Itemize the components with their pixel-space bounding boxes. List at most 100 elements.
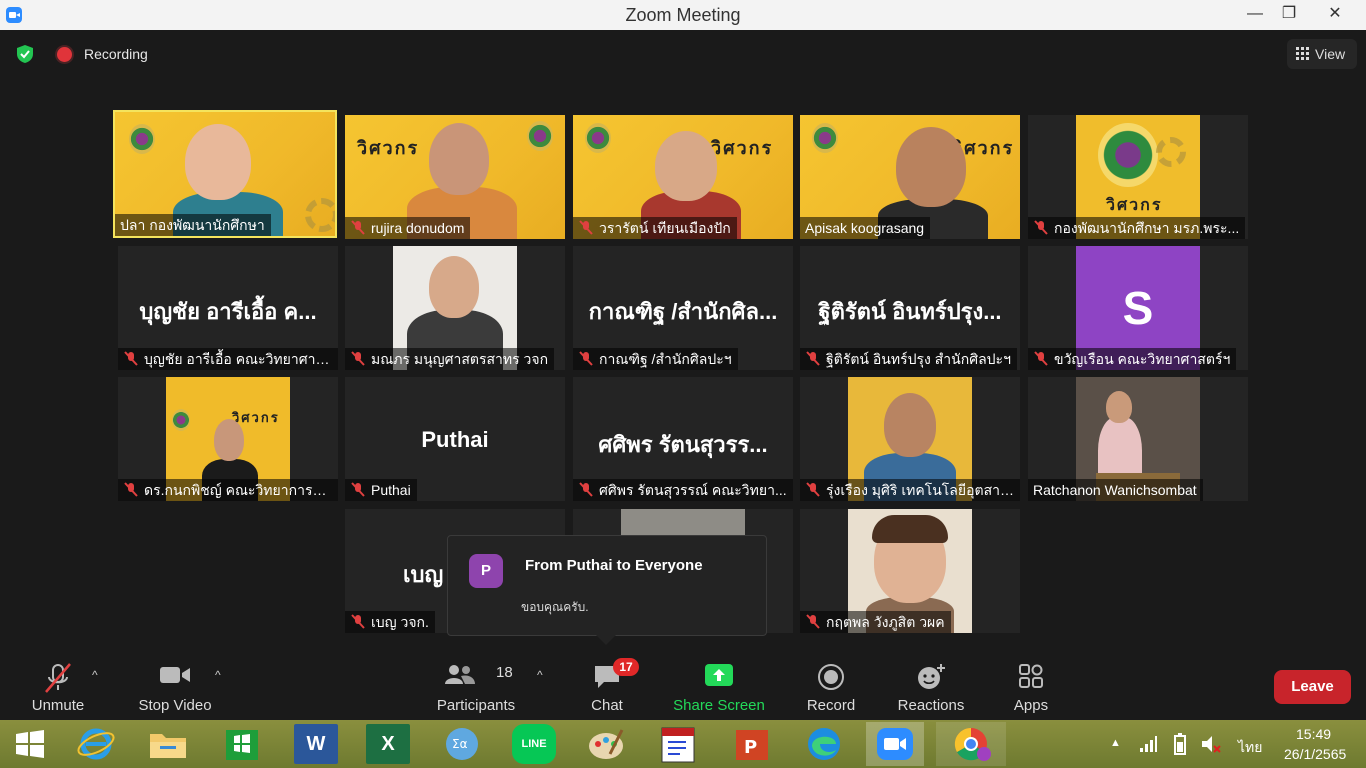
clock-time[interactable]: 15:49 [1296, 726, 1331, 742]
video-tile[interactable]: รุ่งเรือง มุศิริ เทคโนโลยีอุตสาห... [800, 377, 1020, 501]
participant-name: กาณฑิฐ /สำนักศิลปะฯ [573, 348, 738, 370]
avatar-hair [872, 515, 948, 543]
participant-name: ดร.กนกพิชญ์ คณะวิทยาการจั... [118, 479, 338, 501]
participant-display-name: กาณฑิฐ /สำนักศิล... [588, 299, 778, 324]
reactions-button[interactable]: Reactions [894, 652, 968, 722]
record-label: Record [806, 697, 856, 714]
participants-icon [445, 665, 475, 684]
participant-display-name: ฐิติรัตน์ อินทร์ปรุง... [818, 299, 1002, 324]
mic-muted-icon [1034, 220, 1048, 235]
windows-taskbar: W X Σα LINE P ▲ ไทย 15:49 26/1/2565 [0, 720, 1366, 768]
participants-options-chevron-icon[interactable]: ^ [537, 668, 543, 682]
apps-icon [1019, 664, 1043, 688]
microsoft-powerpoint-icon[interactable]: P [730, 724, 774, 764]
video-tile[interactable]: ฐิติรัตน์ อินทร์ปรุง... ฐิติรัตน์ อินทร์… [800, 246, 1020, 370]
record-icon [818, 664, 844, 690]
video-tile[interactable]: วิศวกร กองพัฒนานักศึกษา มรภ.พระ... [1028, 115, 1248, 239]
view-button[interactable]: View [1287, 39, 1357, 69]
stop-video-button[interactable]: Stop Video [130, 652, 220, 722]
participants-button[interactable]: 18 Participants [430, 652, 522, 722]
mic-muted-icon [806, 351, 820, 366]
chat-label: Chat [591, 697, 623, 714]
video-tile[interactable]: บุญชัย อารีเอื้อ ค... บุญชัย อารีเอื้อ ค… [118, 246, 338, 370]
participant-name: ขวัญเรือน คณะวิทยาศาสตร์ฯ [1028, 348, 1237, 370]
zoom-app-icon [877, 728, 913, 760]
participant-name: กองพัฒนานักศึกษา มรภ.พระ... [1028, 217, 1246, 239]
reactions-label: Reactions [897, 697, 965, 714]
clock-date[interactable]: 26/1/2565 [1284, 746, 1346, 762]
microsoft-edge-icon[interactable] [802, 724, 846, 764]
participant-name: วรารัตน์ เทียนเมืองปัก [573, 217, 737, 239]
apps-label: Apps [1013, 697, 1049, 714]
video-tile[interactable]: ศศิพร รัตนสุวรร... ศศิพร รัตนสุวรรณ์ คณะ… [573, 377, 793, 501]
unmute-button[interactable]: Unmute [20, 652, 96, 722]
video-tile[interactable]: ปลา กองพัฒนานักศึกษา [113, 110, 337, 238]
gear-decoration [305, 198, 335, 232]
microsoft-word-icon[interactable]: W [294, 724, 338, 764]
lisrel-app-icon[interactable] [656, 724, 700, 764]
video-tile[interactable]: Puthai Puthai [345, 377, 565, 501]
meeting-toolbar: Unmute ^ Stop Video ^ 18 Participants ^ … [0, 652, 1366, 722]
video-tile[interactable]: S ขวัญเรือน คณะวิทยาศาสตร์ฯ [1028, 246, 1248, 370]
participant-name: Ratchanon Wanichsombat [1028, 479, 1203, 501]
leave-meeting-button[interactable]: Leave [1274, 670, 1351, 704]
network-signal-icon[interactable] [1138, 734, 1158, 754]
tray-overflow-chevron-icon[interactable]: ▲ [1110, 737, 1121, 749]
windows-start-icon[interactable] [8, 724, 52, 764]
participant-name: ฐิติรัตน์ อินทร์ปรุง สำนักศิลปะฯ [800, 348, 1017, 370]
video-tile[interactable]: กาณฑิฐ /สำนักศิล... กาณฑิฐ /สำนักศิลปะฯ [573, 246, 793, 370]
stop-video-label: Stop Video [138, 697, 212, 714]
record-button[interactable]: Record [796, 652, 866, 722]
share-screen-button[interactable]: Share Screen [668, 652, 770, 722]
input-language[interactable]: ไทย [1238, 737, 1262, 759]
paint-icon[interactable] [584, 724, 628, 764]
speaker-muted-icon[interactable] [1200, 732, 1222, 756]
maximize-button[interactable]: ❐ [1266, 0, 1312, 30]
university-logo [585, 123, 611, 153]
mic-muted-icon [351, 482, 365, 497]
apps-button[interactable]: Apps [1002, 652, 1060, 722]
video-tile[interactable]: วิศวกร วรารัตน์ เทียนเมืองปัก [573, 115, 793, 239]
recording-indicator-icon [57, 47, 72, 62]
participant-face [429, 256, 479, 318]
university-logo [129, 124, 155, 154]
university-logo [527, 121, 553, 151]
chat-button[interactable]: 17 Chat [577, 652, 639, 722]
close-button[interactable]: ✕ [1312, 0, 1358, 30]
mic-muted-icon [124, 482, 138, 497]
recording-label: Recording [84, 46, 148, 62]
svg-text:P: P [744, 737, 757, 758]
microsoft-excel-icon[interactable]: X [366, 724, 410, 764]
zoom-taskbar-item[interactable] [866, 722, 924, 766]
participant-face [214, 419, 244, 461]
mic-muted-icon [1034, 351, 1048, 366]
microsoft-store-icon[interactable] [220, 724, 264, 764]
video-tile[interactable]: วิศวกร rujira donudom [345, 115, 565, 239]
shield-icon[interactable] [16, 44, 34, 64]
banner-text: วิศวกร [357, 138, 420, 158]
mic-muted-icon [45, 663, 71, 693]
file-explorer-icon[interactable] [146, 724, 190, 764]
video-tile[interactable]: วิศวกร ดร.กนกพิชญ์ คณะวิทยาการจั... [118, 377, 338, 501]
video-tile[interactable]: มณภร มนุญศาสตรสาทร วจก [345, 246, 565, 370]
mic-muted-icon [351, 220, 365, 235]
video-tile[interactable]: วิศวกร Apisak koograsang [800, 115, 1020, 239]
chat-notification[interactable]: P From Puthai to Everyone ขอบคุณครับ. [447, 535, 767, 645]
internet-explorer-icon[interactable] [74, 724, 118, 764]
video-tile[interactable]: กฤตพล วังภูสิต วผค [800, 509, 1020, 633]
video-options-chevron-icon[interactable]: ^ [215, 668, 221, 682]
participant-display-name: Puthai [421, 427, 489, 452]
mic-muted-icon [579, 482, 593, 497]
calculator-math-icon[interactable]: Σα [440, 724, 484, 764]
battery-icon[interactable] [1170, 732, 1190, 756]
participant-name: ศศิพร รัตนสุวรรณ์ คณะวิทยา... [573, 479, 793, 501]
chrome-icon [954, 727, 991, 761]
video-tile[interactable]: Ratchanon Wanichsombat [1028, 377, 1248, 501]
chrome-taskbar-item[interactable] [936, 722, 1006, 766]
participant-face [429, 123, 489, 195]
participant-video [621, 509, 745, 535]
chat-sender: From Puthai to Everyone [525, 557, 703, 574]
audio-options-chevron-icon[interactable]: ^ [92, 668, 98, 682]
participant-face [884, 393, 936, 457]
line-app-icon[interactable]: LINE [512, 724, 556, 764]
